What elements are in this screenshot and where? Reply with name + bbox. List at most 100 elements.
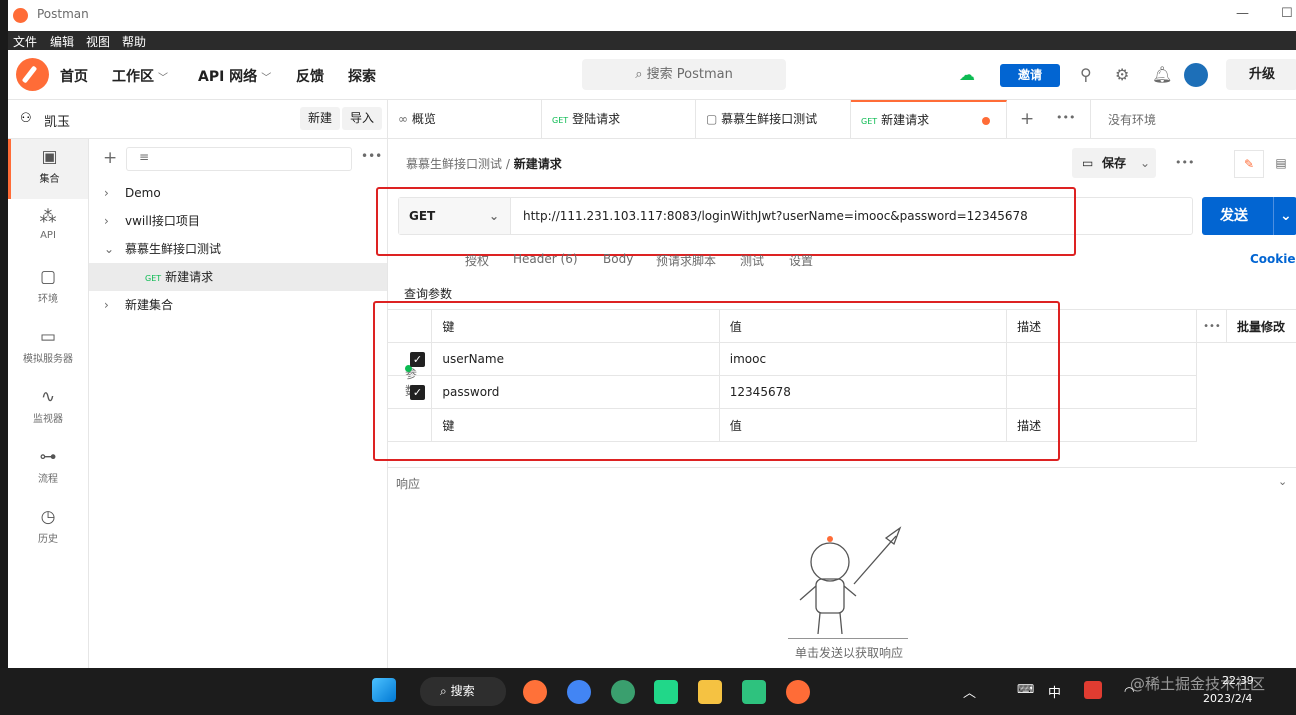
send-button[interactable]: 发送 ⌄ (1202, 197, 1296, 235)
sidebar-item-api[interactable]: ⁂ API (8, 199, 88, 259)
sidebar-item-mock-servers[interactable]: ▭ 模拟服务器 (8, 319, 88, 379)
highlight-box-params (373, 301, 1060, 461)
add-collection-icon[interactable]: + (103, 148, 117, 168)
search-icon: ⌕ (635, 67, 643, 82)
minimize-button[interactable]: — (1236, 6, 1249, 21)
tab-headers[interactable]: Header (6) (513, 252, 578, 266)
ime-indicator[interactable]: 中 (1048, 682, 1061, 701)
tree-item-demo[interactable]: › Demo (89, 179, 387, 207)
chevron-right-icon: › (104, 214, 109, 228)
search-icon: ⌕ (440, 684, 447, 698)
avatar[interactable] (1184, 63, 1208, 87)
sogou-icon[interactable] (1084, 681, 1102, 699)
keyboard-icon[interactable]: ⌨ (1017, 682, 1034, 696)
maximize-button[interactable]: ☐ (1281, 6, 1293, 21)
pycharm-icon[interactable] (654, 680, 678, 704)
sidebar-item-monitors[interactable]: ∿ 监视器 (8, 379, 88, 439)
sidebar-item-flows[interactable]: ⊶ 流程 (8, 439, 88, 499)
cookie-link[interactable]: Cookie (1250, 252, 1296, 266)
nav-feedback[interactable]: 反馈 (296, 66, 324, 86)
sync-cloud-icon[interactable]: ☁ (959, 65, 975, 84)
tab-auth[interactable]: 授权 (465, 252, 489, 269)
menu-bar: 文件 编辑 视图 帮助 (8, 31, 1296, 50)
menu-edit[interactable]: 编辑 (50, 33, 74, 50)
nav-workspace[interactable]: 工作区 ﹀ (112, 66, 168, 86)
file-explorer-icon[interactable] (698, 680, 722, 704)
notification-bell-icon[interactable]: 🔔︎ (1152, 65, 1172, 84)
firefox-icon[interactable] (523, 680, 547, 704)
bulk-edit-button[interactable]: 批量修改 (1226, 309, 1296, 343)
tab-tests[interactable]: 测试 (740, 252, 764, 269)
menu-view[interactable]: 视图 (86, 33, 110, 50)
postman-logo-icon (13, 8, 28, 23)
params-title: 查询参数 (404, 287, 453, 301)
save-button[interactable]: ▭ 保存 ⌄ (1072, 148, 1156, 178)
more-options-icon[interactable]: ••• (1175, 156, 1194, 169)
media-player-icon[interactable] (742, 680, 766, 704)
collections-icon: ▣ (41, 147, 58, 167)
tab-new-request[interactable]: GET 新建请求 (851, 100, 1007, 138)
window-title: Postman (37, 7, 89, 21)
environment-icon: ▢ (39, 267, 57, 287)
monitor-icon: ∿ (40, 387, 56, 407)
nav-explore[interactable]: 探索 (348, 66, 376, 86)
workspace-user-name: 凯玉 (44, 115, 71, 130)
tray-chevron-icon[interactable]: ︿ (963, 682, 976, 701)
request-panel: 慕慕生鲜接口测试 / 新建请求 ▭ 保存 ⌄ ••• ✎ ▤ GET ⌄ http… (373, 139, 1296, 668)
chevron-down-icon: ﹀ (261, 73, 272, 84)
sidebar-item-history[interactable]: ◷ 历史 (8, 499, 88, 559)
mock-server-icon: ▭ (39, 327, 57, 347)
nav-home[interactable]: 首页 (60, 66, 88, 86)
tree-item-new-request[interactable]: GET 新建请求 (89, 263, 387, 291)
chevron-down-icon: ﹀ (158, 73, 168, 84)
edit-pencil-icon[interactable]: ✎ (1234, 150, 1264, 178)
taskbar-search[interactable]: ⌕ 搜索 (420, 677, 506, 706)
postman-window: Postman — ☐ 文件 编辑 视图 帮助 首页 工作区 ﹀ API 网络 ﹀ … (8, 0, 1296, 668)
astronaut-illustration (788, 526, 908, 639)
new-button[interactable]: 新建 (300, 107, 341, 130)
search-box[interactable]: ⌕ 搜索 Postman (582, 59, 786, 90)
edge-icon[interactable] (611, 680, 635, 704)
tab-login-request[interactable]: GET 登陆请求 (542, 100, 696, 138)
more-options-icon[interactable]: ••• (361, 149, 382, 163)
environment-selector[interactable]: 没有环境 (1108, 111, 1156, 128)
nav-api-network[interactable]: API 网络 ﹀ (198, 66, 271, 86)
tab-settings[interactable]: 设置 (789, 252, 813, 269)
new-tab-icon[interactable]: + (1020, 109, 1034, 129)
more-options-icon[interactable]: ••• (1196, 309, 1228, 343)
menu-file[interactable]: 文件 (13, 33, 37, 50)
tab-body[interactable]: Body (603, 252, 633, 266)
tree-item-new-collection[interactable]: › 新建集合 (89, 291, 387, 319)
sidebar-rail: ▣ 集合 ⁂ API ▢ 环境 ▭ 模拟服务器 ∿ 监视器 ⊶ 流程 ◷ 历史 (8, 139, 89, 668)
divider (388, 467, 1296, 468)
chrome-icon[interactable] (567, 680, 591, 704)
upgrade-button[interactable]: 升级 (1226, 59, 1296, 90)
tab-options-icon[interactable]: ••• (1056, 111, 1075, 124)
chevron-down-icon[interactable]: ⌄ (1278, 475, 1287, 488)
tree-item-mumu[interactable]: ⌄ 慕慕生鲜接口测试 (89, 235, 387, 263)
history-icon: ◷ (40, 507, 56, 527)
settings-gear-icon[interactable]: ⚙ (1115, 65, 1129, 84)
postman-home-logo[interactable] (16, 58, 49, 91)
tab-pre-request-script[interactable]: 预请求脚本 (656, 252, 716, 269)
postman-taskbar-icon[interactable] (786, 680, 810, 704)
windows-taskbar: ⌕ 搜索 ︿ ⌨ 中 ◠ 22:39 2023/2/4 @稀土掘金技术社区 (0, 668, 1296, 715)
response-label: 响应 (396, 477, 421, 491)
divider (1090, 100, 1091, 138)
invite-button[interactable]: 邀请 (1000, 64, 1060, 87)
sidebar-item-environments[interactable]: ▢ 环境 (8, 259, 88, 319)
import-button[interactable]: 导入 (342, 107, 383, 130)
filter-input[interactable]: ≡ (126, 147, 352, 171)
breadcrumb-parent[interactable]: 慕慕生鲜接口测试 (406, 157, 502, 171)
windows-start-icon[interactable] (372, 678, 396, 702)
tree-item-vwill[interactable]: › vwill接口项目 (89, 207, 387, 235)
menu-help[interactable]: 帮助 (122, 33, 146, 50)
tab-overview[interactable]: ∞ 概览 (388, 100, 542, 138)
comment-icon[interactable]: ▤ (1266, 150, 1296, 178)
app-header: 首页 工作区 ﹀ API 网络 ﹀ 反馈 探索 ⌕ 搜索 Postman ☁ 邀请 … (8, 50, 1296, 100)
page-title: 新建请求 (513, 157, 562, 171)
filter-icon: ≡ (139, 150, 150, 164)
satellite-icon[interactable]: ⚲ (1080, 65, 1092, 84)
tab-mumu-collection[interactable]: ▢ 慕慕生鲜接口测试 (696, 100, 851, 138)
sidebar-item-collections[interactable]: ▣ 集合 (8, 139, 88, 199)
